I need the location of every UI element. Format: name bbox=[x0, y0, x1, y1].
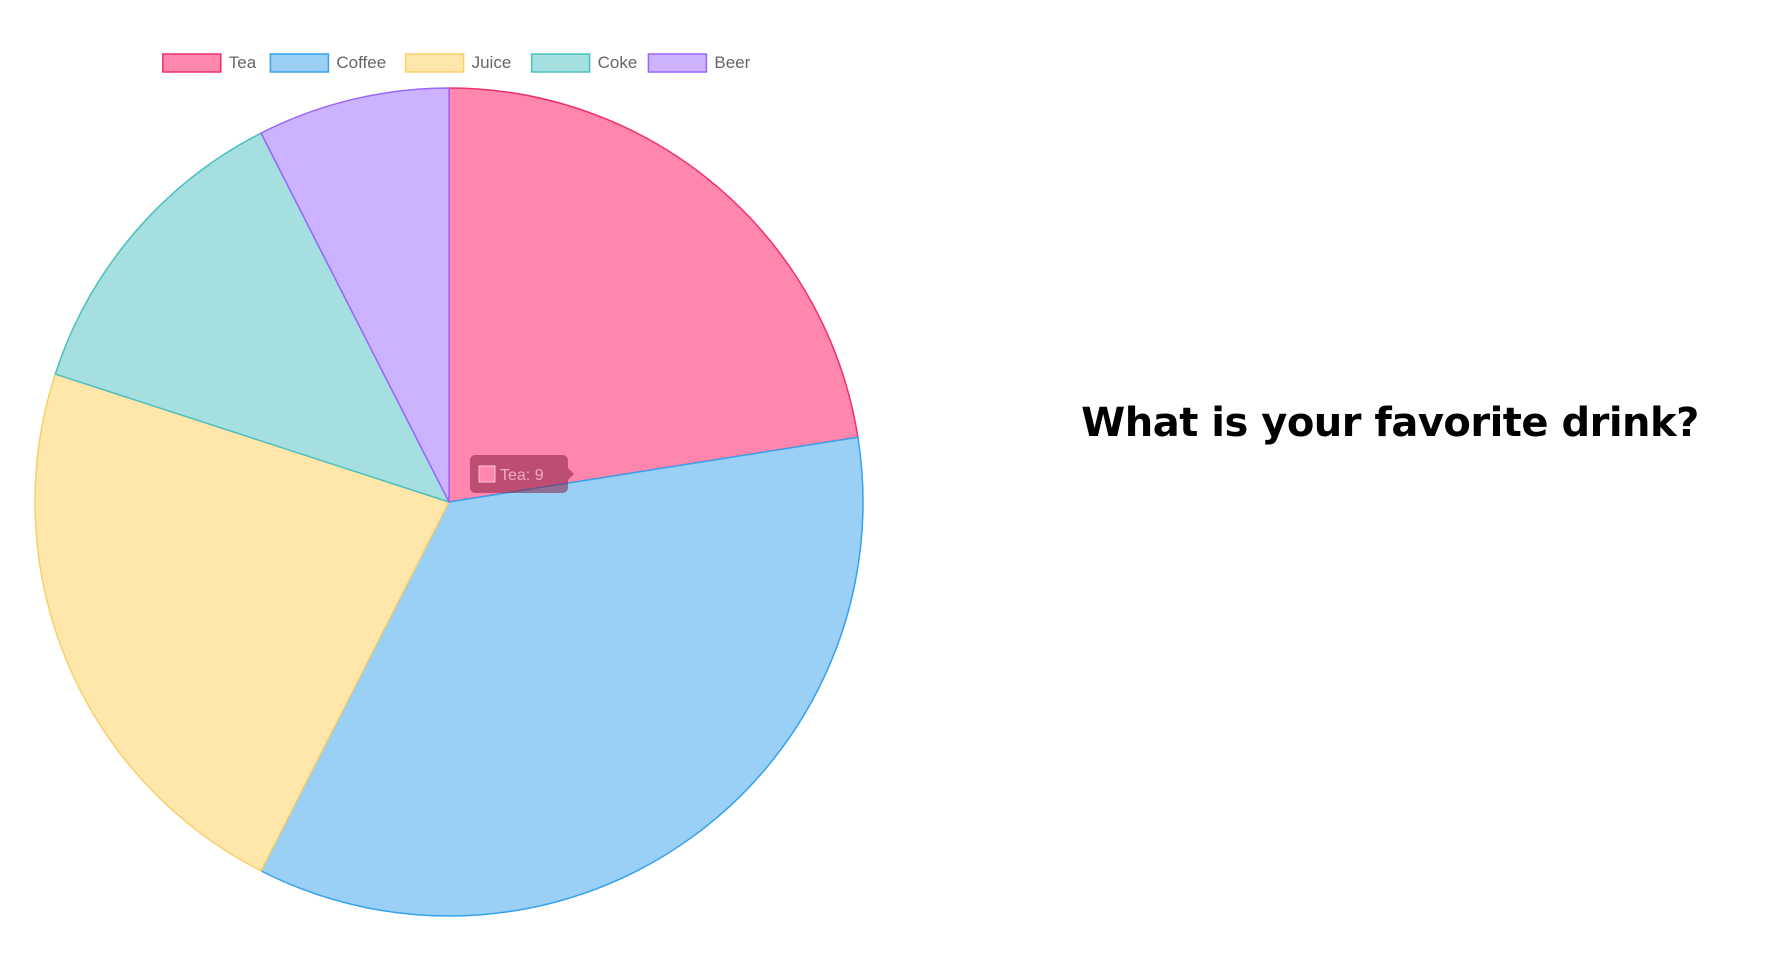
legend-label: Coke bbox=[598, 53, 638, 72]
chart-tooltip: Tea: 9 bbox=[470, 455, 574, 493]
legend-item-coffee[interactable]: Coffee bbox=[269, 53, 386, 73]
legend-swatch bbox=[530, 53, 591, 73]
legend-item-beer[interactable]: Beer bbox=[647, 53, 751, 73]
legend-label: Beer bbox=[714, 53, 750, 72]
question-heading: What is your favorite drink? bbox=[1081, 400, 1699, 446]
tooltip-label: Tea: 9 bbox=[500, 467, 544, 484]
legend-label: Juice bbox=[472, 53, 512, 72]
legend-item-coke[interactable]: Coke bbox=[530, 53, 638, 73]
legend-swatch bbox=[647, 53, 708, 73]
pie-slice-tea[interactable] bbox=[448, 87, 859, 503]
legend-label: Coffee bbox=[336, 53, 386, 72]
tooltip-swatch bbox=[478, 465, 496, 483]
legend-item-tea[interactable]: Tea bbox=[162, 53, 257, 73]
pie-chart[interactable]: Tea Coffee Juice Coke Beer Tea: 9 bbox=[0, 0, 900, 963]
legend-label: Tea bbox=[229, 53, 257, 72]
legend-swatch bbox=[404, 53, 465, 73]
pie-slices bbox=[34, 87, 864, 917]
legend-swatch bbox=[162, 53, 222, 73]
legend-item-juice[interactable]: Juice bbox=[404, 53, 512, 73]
legend-swatch bbox=[269, 53, 330, 73]
chart-legend: Tea Coffee Juice Coke Beer bbox=[162, 53, 751, 73]
